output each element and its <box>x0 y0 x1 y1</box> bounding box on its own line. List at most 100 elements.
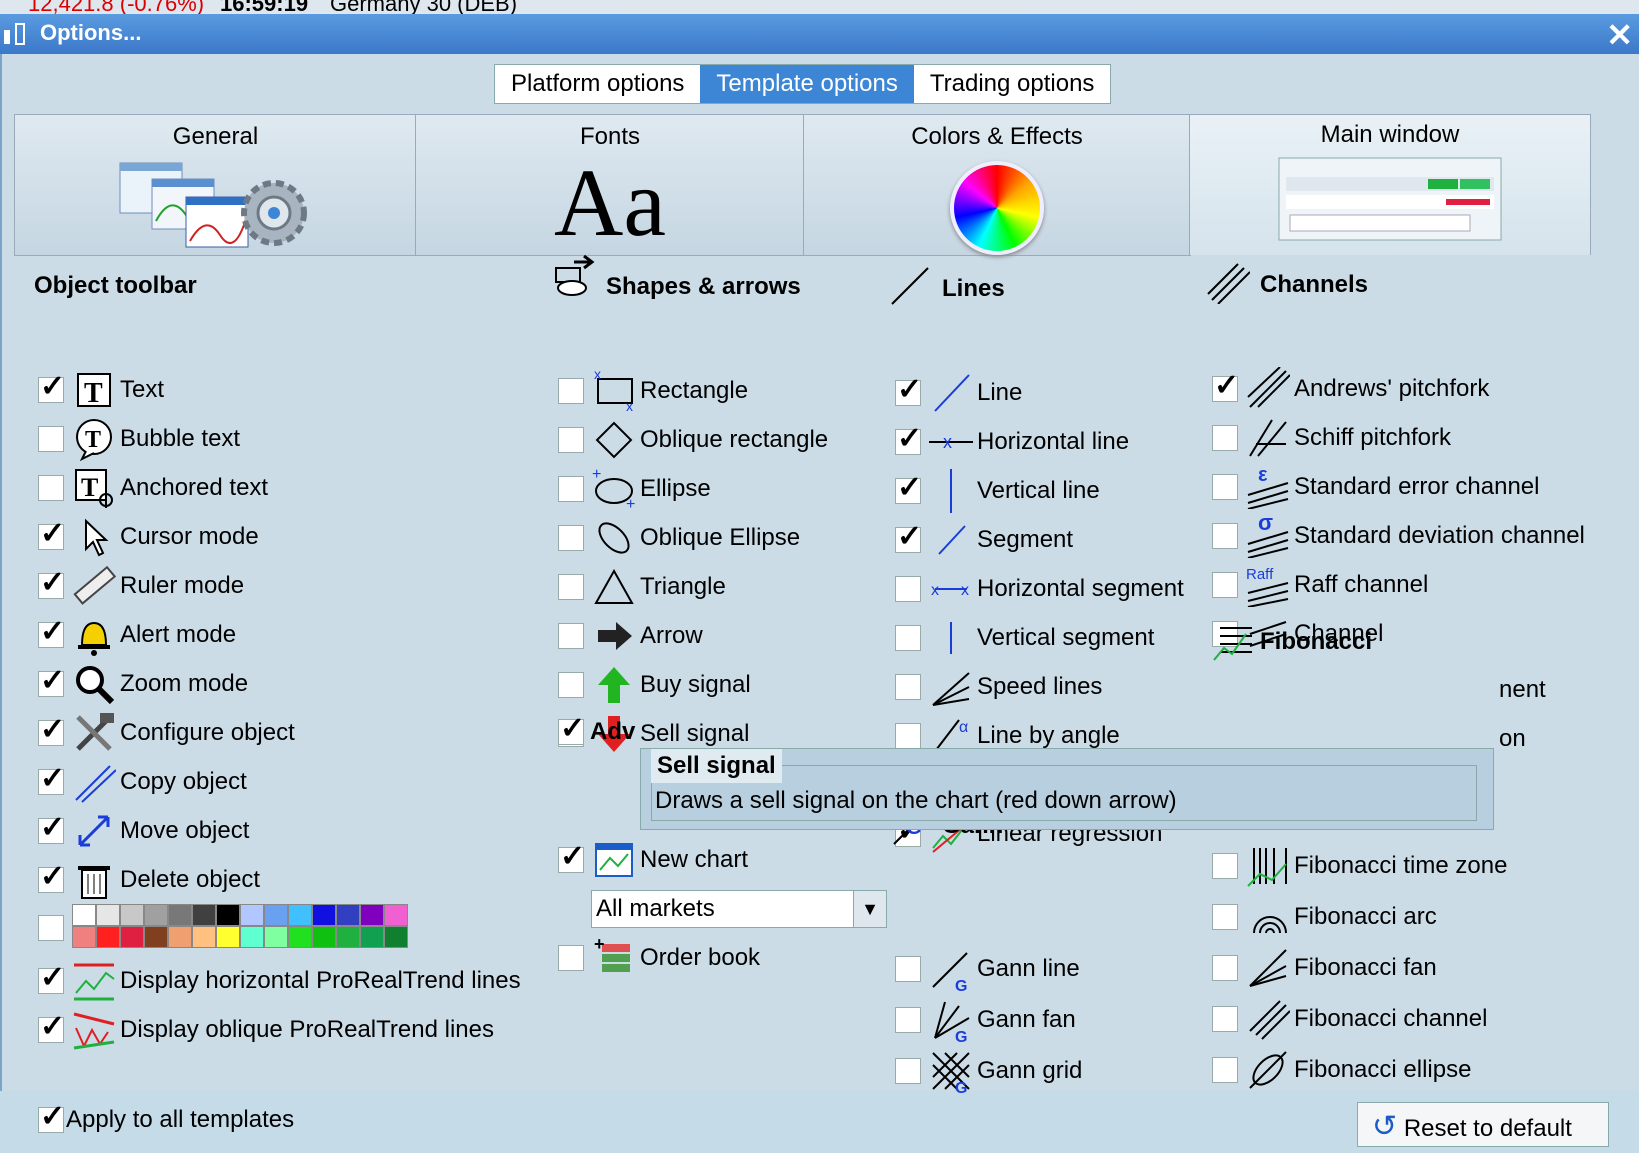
color-swatch[interactable] <box>192 904 216 926</box>
checkbox[interactable]: ✓ <box>558 840 585 873</box>
color-swatch[interactable] <box>288 926 312 948</box>
checkbox[interactable] <box>1212 425 1238 451</box>
color-swatch[interactable] <box>264 904 288 926</box>
checkbox[interactable] <box>558 672 584 698</box>
channel-item[interactable]: σ Standard deviation channel <box>1212 514 1585 558</box>
checkbox[interactable] <box>895 674 921 700</box>
object-toolbar-item[interactable]: ✓ Alert mode <box>38 613 236 657</box>
checkbox[interactable] <box>895 1007 921 1033</box>
color-palette[interactable] <box>72 904 408 948</box>
order-book-item[interactable]: + Order book <box>558 936 760 980</box>
checkbox[interactable] <box>38 426 64 452</box>
tab-trading-options[interactable]: Trading options <box>913 65 1111 103</box>
fibonacci-item[interactable]: Fibonacci time zone <box>1212 844 1507 888</box>
color-swatch[interactable] <box>336 926 360 948</box>
checkbox[interactable] <box>1212 572 1238 598</box>
checkbox[interactable]: ✓ <box>895 471 922 504</box>
checkbox[interactable] <box>558 945 584 971</box>
markets-select[interactable]: All markets ▼ <box>591 890 887 928</box>
color-swatch[interactable] <box>312 926 336 948</box>
object-toolbar-item[interactable]: ✓ Cursor mode <box>38 515 259 559</box>
section-colors-effects[interactable]: Colors & Effects <box>803 114 1191 256</box>
checkbox[interactable]: ✓ <box>38 713 65 746</box>
line-item[interactable]: ✓ x Horizontal line <box>895 420 1129 464</box>
color-swatch[interactable] <box>168 926 192 948</box>
line-item[interactable]: Vertical segment <box>895 616 1154 660</box>
checkbox[interactable] <box>1212 1057 1238 1083</box>
shape-item[interactable]: + + Ellipse <box>558 467 711 511</box>
channel-item[interactable]: Schiff pitchfork <box>1212 416 1451 460</box>
checkbox[interactable] <box>38 475 64 501</box>
checkbox[interactable] <box>1212 474 1238 500</box>
color-swatch[interactable] <box>360 926 384 948</box>
color-swatch[interactable] <box>192 926 216 948</box>
checkbox[interactable] <box>895 576 921 602</box>
gann-item[interactable]: G Gann line <box>895 947 1080 991</box>
color-swatch[interactable] <box>144 926 168 948</box>
object-toolbar-item[interactable]: ✓ Move object <box>38 809 249 853</box>
color-swatch[interactable] <box>96 904 120 926</box>
line-item[interactable]: Speed lines <box>895 665 1102 709</box>
prorealtrend-item[interactable]: ✓ Display oblique ProRealTrend lines <box>38 1008 494 1052</box>
line-item[interactable]: x x Horizontal segment <box>895 567 1184 611</box>
checkbox[interactable] <box>895 956 921 982</box>
shape-item[interactable]: Triangle <box>558 565 726 609</box>
color-swatch[interactable] <box>72 904 96 926</box>
line-item[interactable]: ✓ Vertical line <box>895 469 1100 513</box>
advanced-row[interactable]: ✓ Adv <box>558 710 635 754</box>
object-toolbar-item[interactable]: ✓ Zoom mode <box>38 662 248 706</box>
object-toolbar-item[interactable]: T Bubble text <box>38 417 240 461</box>
checkbox[interactable] <box>558 427 584 453</box>
channel-item[interactable]: ✓ Andrews' pitchfork <box>1212 367 1489 411</box>
color-swatch[interactable] <box>120 904 144 926</box>
checkbox[interactable]: ✓ <box>1212 369 1239 402</box>
checkbox[interactable] <box>1212 955 1238 981</box>
checkbox[interactable]: ✓ <box>895 422 922 455</box>
checkbox[interactable]: ✓ <box>38 961 65 994</box>
color-swatch[interactable] <box>120 926 144 948</box>
color-swatch[interactable] <box>72 926 96 948</box>
channel-item[interactable]: Raff Raff channel <box>1212 563 1428 607</box>
chevron-down-icon[interactable]: ▼ <box>853 891 886 927</box>
fibonacci-item[interactable]: Fibonacci ellipse <box>1212 1048 1471 1092</box>
checkbox[interactable]: ✓ <box>38 860 65 893</box>
apply-all-row[interactable]: ✓ Apply to all templates <box>38 1100 294 1136</box>
color-swatch[interactable] <box>168 904 192 926</box>
checkbox[interactable]: ✓ <box>38 615 65 648</box>
color-swatch[interactable] <box>384 904 408 926</box>
color-swatch[interactable] <box>144 904 168 926</box>
color-swatch[interactable] <box>216 926 240 948</box>
palette-row[interactable] <box>38 906 64 950</box>
gann-item[interactable]: G Gann grid <box>895 1049 1082 1093</box>
checkbox[interactable] <box>1212 853 1238 879</box>
checkbox[interactable]: ✓ <box>38 811 65 844</box>
checkbox[interactable] <box>558 623 584 649</box>
object-toolbar-item[interactable]: ✓ Ruler mode <box>38 564 244 608</box>
shape-item[interactable]: Oblique rectangle <box>558 418 828 462</box>
checkbox[interactable]: ✓ <box>895 373 922 406</box>
tab-platform-options[interactable]: Platform options <box>495 65 701 103</box>
checkbox[interactable] <box>558 378 584 404</box>
checkbox[interactable]: ✓ <box>38 1010 65 1043</box>
color-swatch[interactable] <box>288 904 312 926</box>
close-icon[interactable]: ✕ <box>1606 16 1633 54</box>
line-item[interactable]: ✓ Segment <box>895 518 1073 562</box>
checkbox[interactable] <box>1212 523 1238 549</box>
checkbox[interactable]: ✓ <box>38 370 65 403</box>
checkbox[interactable] <box>1212 1006 1238 1032</box>
checkbox[interactable]: ✓ <box>38 566 65 599</box>
fibonacci-item[interactable]: Fibonacci channel <box>1212 997 1487 1041</box>
section-main-window[interactable]: Main window <box>1189 114 1591 255</box>
checkbox[interactable] <box>895 1058 921 1084</box>
advanced-checkbox[interactable]: ✓ <box>558 712 585 745</box>
shape-item[interactable]: Buy signal <box>558 663 751 707</box>
checkbox[interactable]: ✓ <box>38 762 65 795</box>
prorealtrend-item[interactable]: ✓ Display horizontal ProRealTrend lines <box>38 959 521 1003</box>
checkbox[interactable] <box>558 574 584 600</box>
checkbox[interactable]: ✓ <box>895 520 922 553</box>
fibonacci-item[interactable]: Fibonacci arc <box>1212 895 1437 939</box>
object-toolbar-item[interactable]: ✓ Delete object <box>38 858 260 902</box>
checkbox[interactable] <box>895 723 921 749</box>
fibonacci-item[interactable]: Fibonacci fan <box>1212 946 1437 990</box>
shape-item[interactable]: x x Rectangle <box>558 369 748 413</box>
